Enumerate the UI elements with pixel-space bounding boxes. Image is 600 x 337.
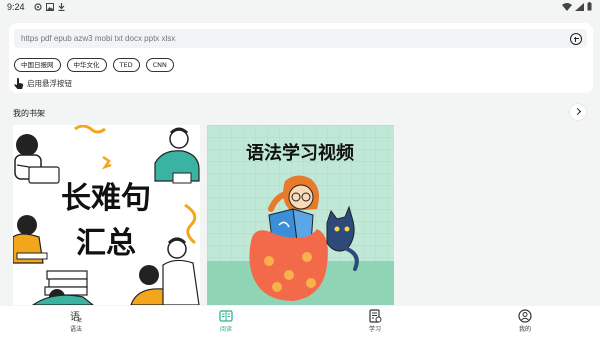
url-input-box [14,29,587,48]
chip-ted[interactable]: TED [112,58,140,72]
chip-chinese-culture[interactable]: 中华文化 [66,58,107,72]
wifi-icon [562,2,572,11]
float-button-toggle[interactable]: 启用悬浮按钮 [14,78,72,89]
book2-title: 语法学习视频 [246,142,354,164]
image-icon [46,3,54,11]
book1-illustration: 长难句 汇总 [13,125,200,305]
nav-grammar[interactable]: 语法 语法 [56,309,96,333]
profile-icon [518,309,532,323]
nav-grammar-label: 语法 [69,326,82,333]
nav-profile-label: 我的 [518,326,531,333]
book-cover-long-sentences[interactable]: 长难句 汇总 [13,125,200,305]
import-card: 中国日报网 中华文化 TED CNN 启用悬浮按钮 [9,23,593,93]
status-notification-icons [34,3,65,11]
study-clipboard-icon [368,309,382,323]
nav-study-label: 学习 [368,326,381,333]
signal-icon [575,2,584,11]
nav-reading-label: 阅读 [219,326,232,333]
grammar-icon: 语法 [69,309,83,324]
status-bar: 9:24 [0,0,600,14]
chip-chinadaily[interactable]: 中国日报网 [14,58,61,72]
status-system-icons [562,2,592,11]
bottom-navigation: 语法 语法 阅读 学习 我的 [0,306,600,337]
nav-study[interactable]: 学习 [355,309,395,333]
book1-title-line1: 长难句 [61,181,151,216]
status-time: 9:24 [7,2,25,12]
nav-profile[interactable]: 我的 [505,309,545,333]
url-input[interactable] [21,32,541,45]
shelf-title: 我的书架 [13,109,45,118]
book1-title-line2: 汇总 [76,226,136,261]
nav-reading[interactable]: 阅读 [206,309,246,333]
download-icon [58,3,65,11]
float-button-label: 启用悬浮按钮 [27,79,72,88]
battery-icon [587,2,592,11]
add-icon[interactable] [570,33,582,45]
svg-text:法: 法 [77,317,82,323]
chevron-right-icon[interactable] [570,104,586,120]
settings-icon [34,3,42,11]
chip-cnn[interactable]: CNN [145,58,174,72]
book2-illustration: 语法学习视频 [207,125,394,305]
hand-pointer-icon [14,78,24,89]
book-open-icon [219,309,233,323]
book-cover-grammar-videos[interactable]: 语法学习视频 [207,125,394,305]
quick-site-chips: 中国日报网 中华文化 TED CNN [14,58,174,72]
